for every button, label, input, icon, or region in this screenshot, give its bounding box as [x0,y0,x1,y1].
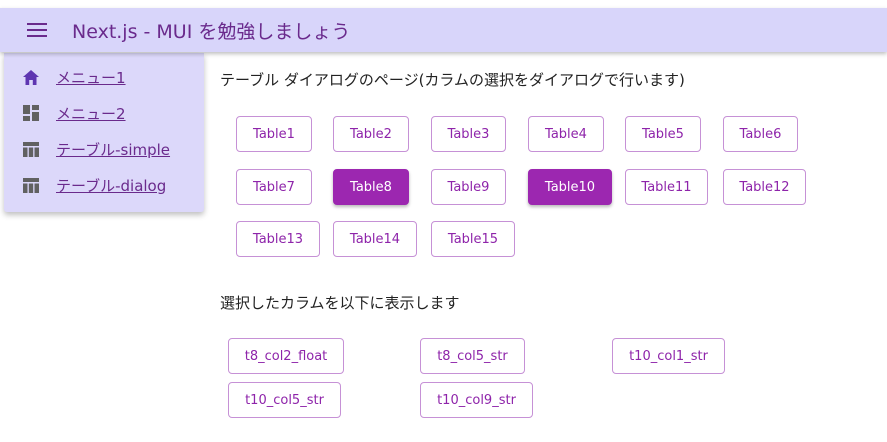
nav-item-label: テーブル-dialog [56,176,167,195]
selected-column-item[interactable]: t8_col2_float [228,338,344,374]
nav-item-label: テーブル-simple [56,140,171,159]
table-button-14[interactable]: Table14 [333,221,417,257]
table-button-9[interactable]: Table9 [431,169,506,205]
nav-item-menu1[interactable]: メニュー1 [4,59,204,95]
menu-button[interactable] [19,12,55,48]
nav-drawer: メニュー1 メニュー2 テーブル-simple テーブル-dialog [4,53,204,212]
table-button-6[interactable]: Table6 [723,116,798,152]
selected-column-item[interactable]: t8_col5_str [420,338,525,374]
selected-column-item[interactable]: t10_col5_str [228,382,341,418]
nav-item-table-dialog[interactable]: テーブル-dialog [4,167,204,203]
table-button-12[interactable]: Table12 [723,169,806,205]
selected-column-item[interactable]: t10_col1_str [612,338,725,374]
table-button-5[interactable]: Table5 [625,116,701,152]
table-button-2[interactable]: Table2 [333,116,409,152]
table-button-15[interactable]: Table15 [431,221,515,257]
nav-item-table-simple[interactable]: テーブル-simple [4,131,204,167]
nav-item-menu2[interactable]: メニュー2 [4,95,204,131]
selected-columns-heading: 選択したカラムを以下に表示します [220,294,460,312]
table-icon [22,176,40,194]
page-heading: テーブル ダイアログのページ(カラムの選択をダイアログで行います) [220,71,685,89]
table-button-3[interactable]: Table3 [431,116,506,152]
hamburger-menu-icon [27,23,47,37]
table-button-7[interactable]: Table7 [236,169,312,205]
nav-item-label: メニュー1 [56,68,126,87]
table-button-8[interactable]: Table8 [333,169,409,205]
selected-column-item[interactable]: t10_col9_str [420,382,533,418]
table-button-11[interactable]: Table11 [625,169,708,205]
table-button-10[interactable]: Table10 [528,169,612,205]
table-button-4[interactable]: Table4 [528,116,604,152]
table-button-13[interactable]: Table13 [236,221,320,257]
home-icon [22,68,40,86]
table-button-1[interactable]: Table1 [236,116,312,152]
table-icon [22,140,40,158]
app-bar: Next.js - MUI を勉強しましょう [0,8,887,52]
app-title: Next.js - MUI を勉強しましょう [72,20,351,43]
dashboard-icon [22,104,40,122]
nav-item-label: メニュー2 [56,104,126,123]
